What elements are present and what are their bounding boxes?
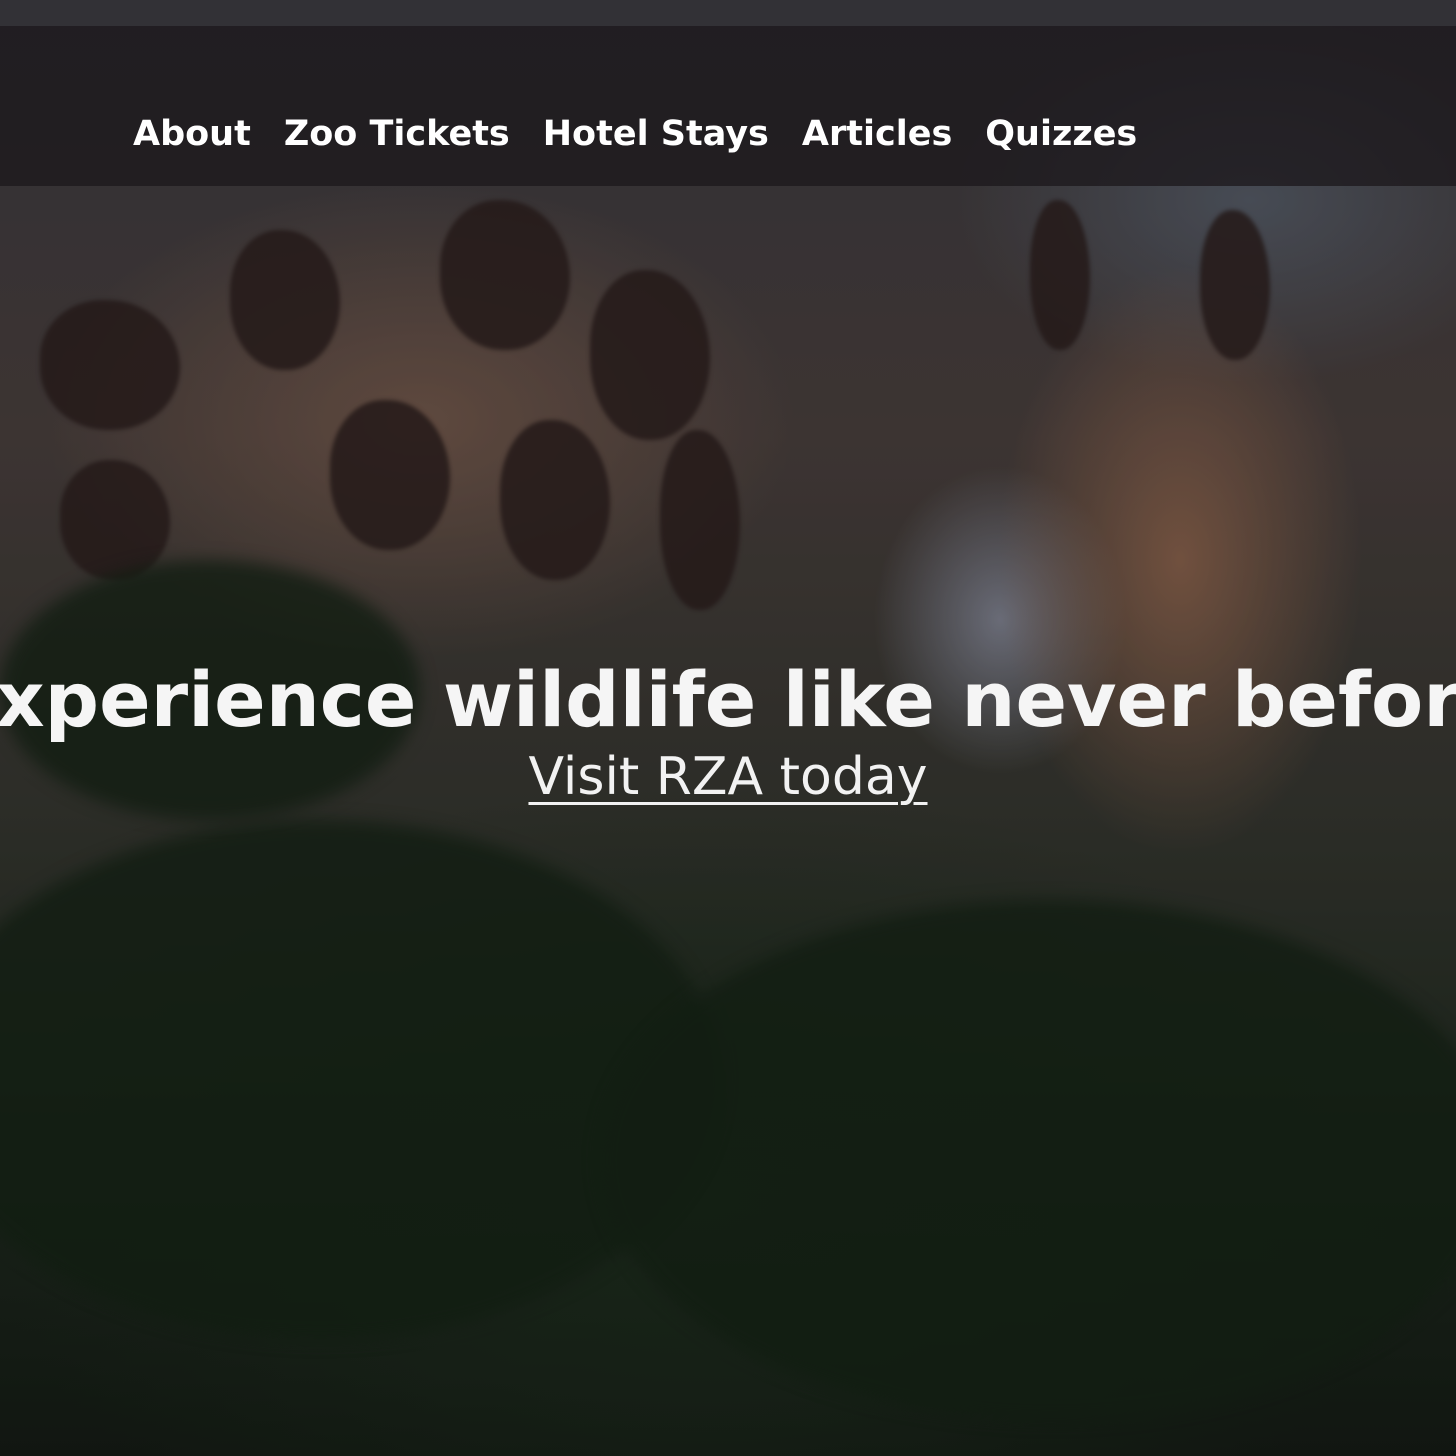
nav-link-zoo-tickets[interactable]: Zoo Tickets [284, 110, 510, 158]
nav-link-hotel-stays[interactable]: Hotel Stays [543, 110, 769, 158]
top-navbar: About Zoo Tickets Hotel Stays Articles Q… [0, 26, 1456, 186]
nav-link-articles[interactable]: Articles [802, 110, 952, 158]
nav-link-about[interactable]: About [133, 110, 251, 158]
hero-content: Experience wildlife like never before Vi… [0, 655, 1456, 807]
visit-today-link[interactable]: Visit RZA today [528, 747, 927, 807]
nav-link-quizzes[interactable]: Quizzes [985, 110, 1137, 158]
page: About Zoo Tickets Hotel Stays Articles Q… [0, 0, 1456, 1456]
nav-links: About Zoo Tickets Hotel Stays Articles Q… [133, 110, 1137, 158]
hero-headline: Experience wildlife like never before [0, 655, 1456, 744]
